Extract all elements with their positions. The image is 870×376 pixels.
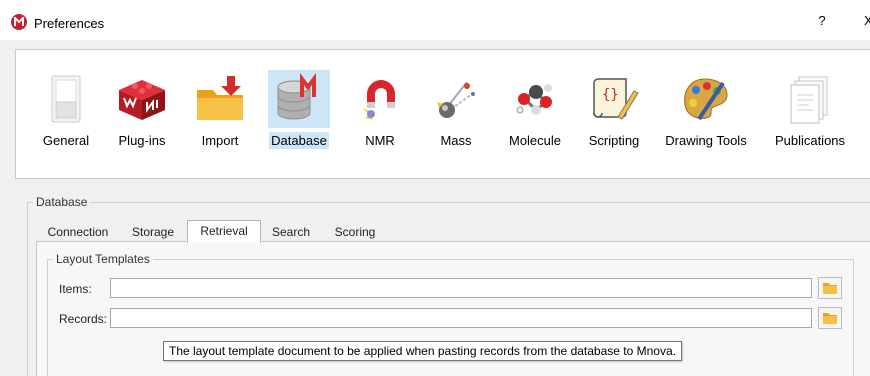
items-browse-button[interactable] [818, 277, 842, 299]
publications-icon [779, 70, 841, 128]
scripting-scroll-icon: {} [583, 70, 645, 128]
folder-icon [823, 313, 837, 324]
plugins-cube-icon [111, 70, 173, 128]
category-molecule[interactable]: Molecule [503, 50, 567, 178]
category-general[interactable]: General [37, 50, 95, 178]
tooltip: The layout template document to be appli… [163, 341, 682, 361]
category-label: Molecule [508, 133, 562, 148]
import-folder-icon [189, 70, 251, 128]
database-icon [268, 70, 330, 128]
mass-spec-icon [425, 70, 487, 128]
category-drawing-tools[interactable]: Drawing Tools [660, 50, 752, 178]
close-button[interactable]: X [864, 13, 870, 28]
category-label: Import [201, 133, 239, 148]
general-switch-icon [35, 70, 97, 128]
category-import[interactable]: Import [190, 50, 250, 178]
category-label: Scripting [588, 133, 640, 148]
category-scripting[interactable]: {} Scripting [582, 50, 646, 178]
tab-retrieval[interactable]: Retrieval [187, 220, 261, 243]
nmr-magnet-icon [349, 70, 411, 128]
mnova-logo-icon [11, 14, 27, 30]
records-input[interactable] [110, 308, 812, 328]
category-mass[interactable]: Mass [426, 50, 486, 178]
category-publications[interactable]: Publications [768, 50, 852, 178]
molecule-icon [504, 70, 566, 128]
palette-icon [675, 70, 737, 128]
category-label: Publications [774, 133, 846, 148]
category-label: Plug-ins [118, 133, 166, 148]
category-label: Mass [440, 133, 472, 148]
category-bar: General Plug-ins Import Database NMR Mas… [15, 49, 870, 179]
category-database[interactable]: Database [267, 50, 331, 178]
window-title: Preferences [34, 16, 105, 31]
category-label: Database [269, 132, 329, 149]
items-label: Items: [59, 282, 92, 296]
folder-icon [823, 283, 837, 294]
category-nmr[interactable]: NMR [350, 50, 410, 178]
svg-text:{}: {} [602, 87, 619, 103]
records-label: Records: [59, 312, 108, 326]
title-bar: Preferences ? X [0, 0, 870, 40]
tab-connection[interactable]: Connection [40, 223, 116, 241]
records-browse-button[interactable] [818, 307, 842, 329]
database-group-title: Database [33, 195, 91, 209]
tab-storage[interactable]: Storage [124, 223, 182, 241]
tab-scoring[interactable]: Scoring [327, 223, 383, 241]
category-plugins[interactable]: Plug-ins [112, 50, 172, 178]
layout-templates-title: Layout Templates [53, 252, 153, 266]
items-input[interactable] [110, 278, 812, 298]
category-label: General [42, 133, 90, 148]
category-label: Drawing Tools [665, 133, 747, 148]
help-button[interactable]: ? [814, 13, 830, 28]
tab-search[interactable]: Search [265, 223, 317, 241]
category-label: NMR [365, 133, 395, 148]
